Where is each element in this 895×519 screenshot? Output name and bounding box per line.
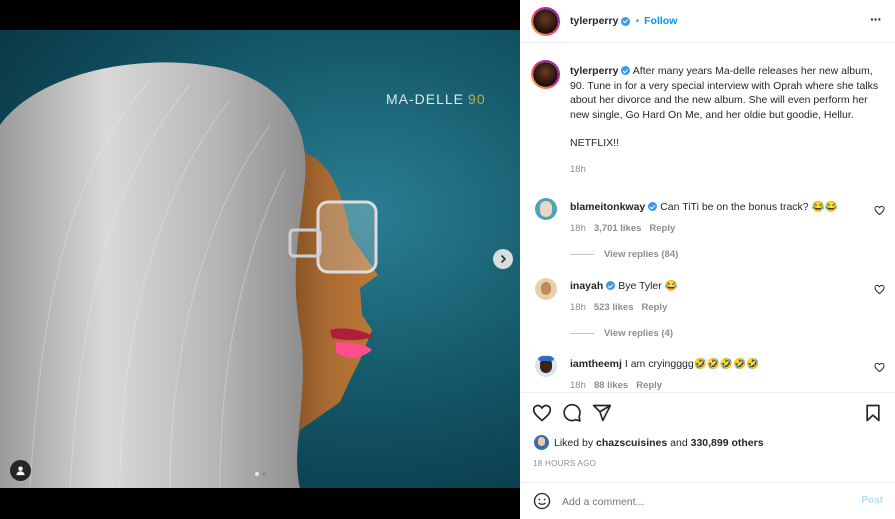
verified-badge-icon <box>648 202 658 211</box>
author-avatar[interactable] <box>531 7 560 36</box>
comment-username[interactable]: blameitonkway <box>570 201 645 213</box>
chevron-right-icon <box>500 254 507 264</box>
carousel-indicator <box>255 472 266 476</box>
separator-dot: • <box>635 15 640 27</box>
album-name: MA-DELLE <box>386 91 465 107</box>
view-replies-label[interactable]: View replies (4) <box>604 328 673 339</box>
like-heart-icon[interactable] <box>532 403 552 423</box>
reply-button[interactable]: Reply <box>649 223 675 234</box>
post-comment-button[interactable]: Post <box>861 495 883 506</box>
comment-time: 18h <box>570 380 586 391</box>
comment-username[interactable]: inayah <box>570 280 603 292</box>
likes-middle: and <box>670 437 688 449</box>
comment-input[interactable] <box>562 492 842 512</box>
tagged-users-button[interactable] <box>10 460 31 481</box>
commenter-avatar[interactable] <box>535 355 557 377</box>
comment-bubble-icon[interactable] <box>562 403 582 423</box>
view-replies-button[interactable]: View replies (84) <box>570 249 678 260</box>
next-image-button[interactable] <box>493 249 513 269</box>
more-options-icon[interactable]: ··· <box>870 11 882 27</box>
emoji-icon[interactable] <box>533 492 551 510</box>
post-timestamp: 18 HOURS AGO <box>533 459 597 468</box>
reply-button[interactable]: Reply <box>641 302 667 313</box>
post-actions: Liked by chazscuisines and 330,899 other… <box>520 392 895 482</box>
author-username[interactable]: tylerperry <box>570 15 618 27</box>
caption-time: 18h <box>570 163 586 175</box>
like-comment-heart-icon[interactable] <box>874 284 885 295</box>
carousel-dot <box>262 472 266 476</box>
liker-username[interactable]: chazscuisines <box>596 437 667 449</box>
comment-likes[interactable]: 523 likes <box>594 302 634 313</box>
album-title: MA-DELLE 90 <box>386 91 486 107</box>
comment-item: inayah Bye Tyler 😂 18h 523 likes Reply <box>570 279 870 313</box>
caption-text-2: NETFLIX!! <box>570 137 620 149</box>
view-replies-label[interactable]: View replies (84) <box>604 249 678 260</box>
album-number: 90 <box>468 91 486 107</box>
user-icon <box>16 466 25 476</box>
verified-badge-icon <box>621 16 631 26</box>
likes-prefix: Liked by <box>554 437 594 449</box>
comment-text: I am cryingggg🤣🤣🤣🤣🤣 <box>624 358 760 370</box>
caption-username[interactable]: tylerperry <box>570 65 618 77</box>
like-comment-heart-icon[interactable] <box>874 362 885 373</box>
comments-list[interactable]: tylerperry After many years Ma-delle rel… <box>520 44 895 392</box>
comment-item: iamtheemj I am cryingggg🤣🤣🤣🤣🤣 18h 88 lik… <box>570 357 870 391</box>
post-side-panel: tylerperry • Follow ··· tylerperry After… <box>520 0 895 519</box>
likes-count[interactable]: 330,899 others <box>691 437 764 449</box>
verified-badge-icon <box>606 281 616 290</box>
caption-avatar[interactable] <box>531 60 560 89</box>
likes-summary: Liked by chazscuisines and 330,899 other… <box>554 437 764 449</box>
album-cover-image: MA-DELLE 90 <box>0 30 520 488</box>
add-comment-bar: Post <box>520 482 895 519</box>
share-paper-plane-icon[interactable] <box>592 403 612 423</box>
commenter-avatar[interactable] <box>535 278 557 300</box>
follow-button[interactable]: Follow <box>644 15 677 27</box>
post-header: tylerperry • Follow ··· <box>520 0 895 43</box>
verified-badge-icon <box>621 66 631 75</box>
carousel-dot-active <box>255 472 259 476</box>
comment-username[interactable]: iamtheemj <box>570 358 622 370</box>
comment-likes[interactable]: 3,701 likes <box>594 223 642 234</box>
post-media: MA-DELLE 90 <box>0 0 520 519</box>
comment-time: 18h <box>570 302 586 313</box>
like-comment-heart-icon[interactable] <box>874 205 885 216</box>
save-bookmark-icon[interactable] <box>863 403 883 423</box>
post-caption: tylerperry After many years Ma-delle rel… <box>570 64 882 177</box>
comment-likes[interactable]: 88 likes <box>594 380 628 391</box>
comment-item: blameitonkway Can TiTi be on the bonus t… <box>570 200 870 234</box>
liker-avatar[interactable] <box>534 435 549 450</box>
reply-button[interactable]: Reply <box>636 380 662 391</box>
view-replies-button[interactable]: View replies (4) <box>570 328 673 339</box>
comment-time: 18h <box>570 223 586 234</box>
commenter-avatar[interactable] <box>535 198 557 220</box>
comment-text: Bye Tyler 😂 <box>618 280 678 292</box>
comment-text: Can TiTi be on the bonus track? 😂😂 <box>660 201 838 213</box>
